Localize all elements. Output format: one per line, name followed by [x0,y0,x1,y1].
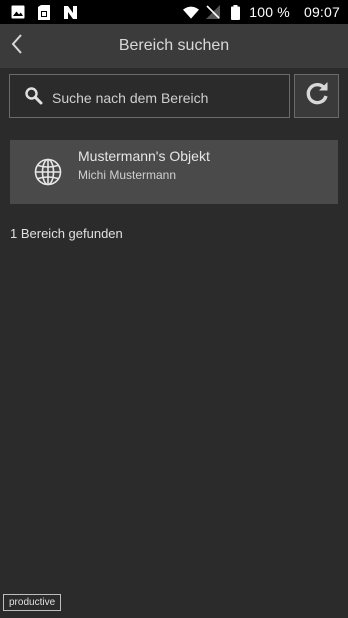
image-icon [10,4,26,20]
globe-icon [33,157,63,187]
list-item-subtitle: Michi Mustermann [78,168,177,182]
search-input[interactable] [52,90,289,106]
no-signal-icon [205,4,221,20]
battery-percentage: 100 % [249,4,290,20]
wifi-icon [183,4,200,20]
status-bar-right: 100 % 09:07 [183,4,348,20]
battery-icon [227,4,243,20]
clock: 09:07 [303,4,340,20]
sim-card-icon [36,4,52,20]
app-bar: Bereich suchen [0,24,348,68]
refresh-icon [304,81,330,111]
chevron-left-icon [10,33,24,59]
list-item[interactable]: Mustermann's Objekt Michi Mustermann [10,140,338,204]
nfc-icon [62,4,78,20]
search-field[interactable] [9,74,290,118]
result-count: 1 Bereich gefunden [10,226,123,241]
environment-badge: productive [3,594,62,611]
status-bar: 100 % 09:07 [0,0,348,24]
back-button[interactable] [0,24,34,68]
search-icon [24,86,44,106]
refresh-button[interactable] [294,74,339,118]
status-bar-left [0,4,78,20]
page-title: Bereich suchen [118,37,230,54]
list-item-title: Mustermann's Objekt [78,148,210,164]
